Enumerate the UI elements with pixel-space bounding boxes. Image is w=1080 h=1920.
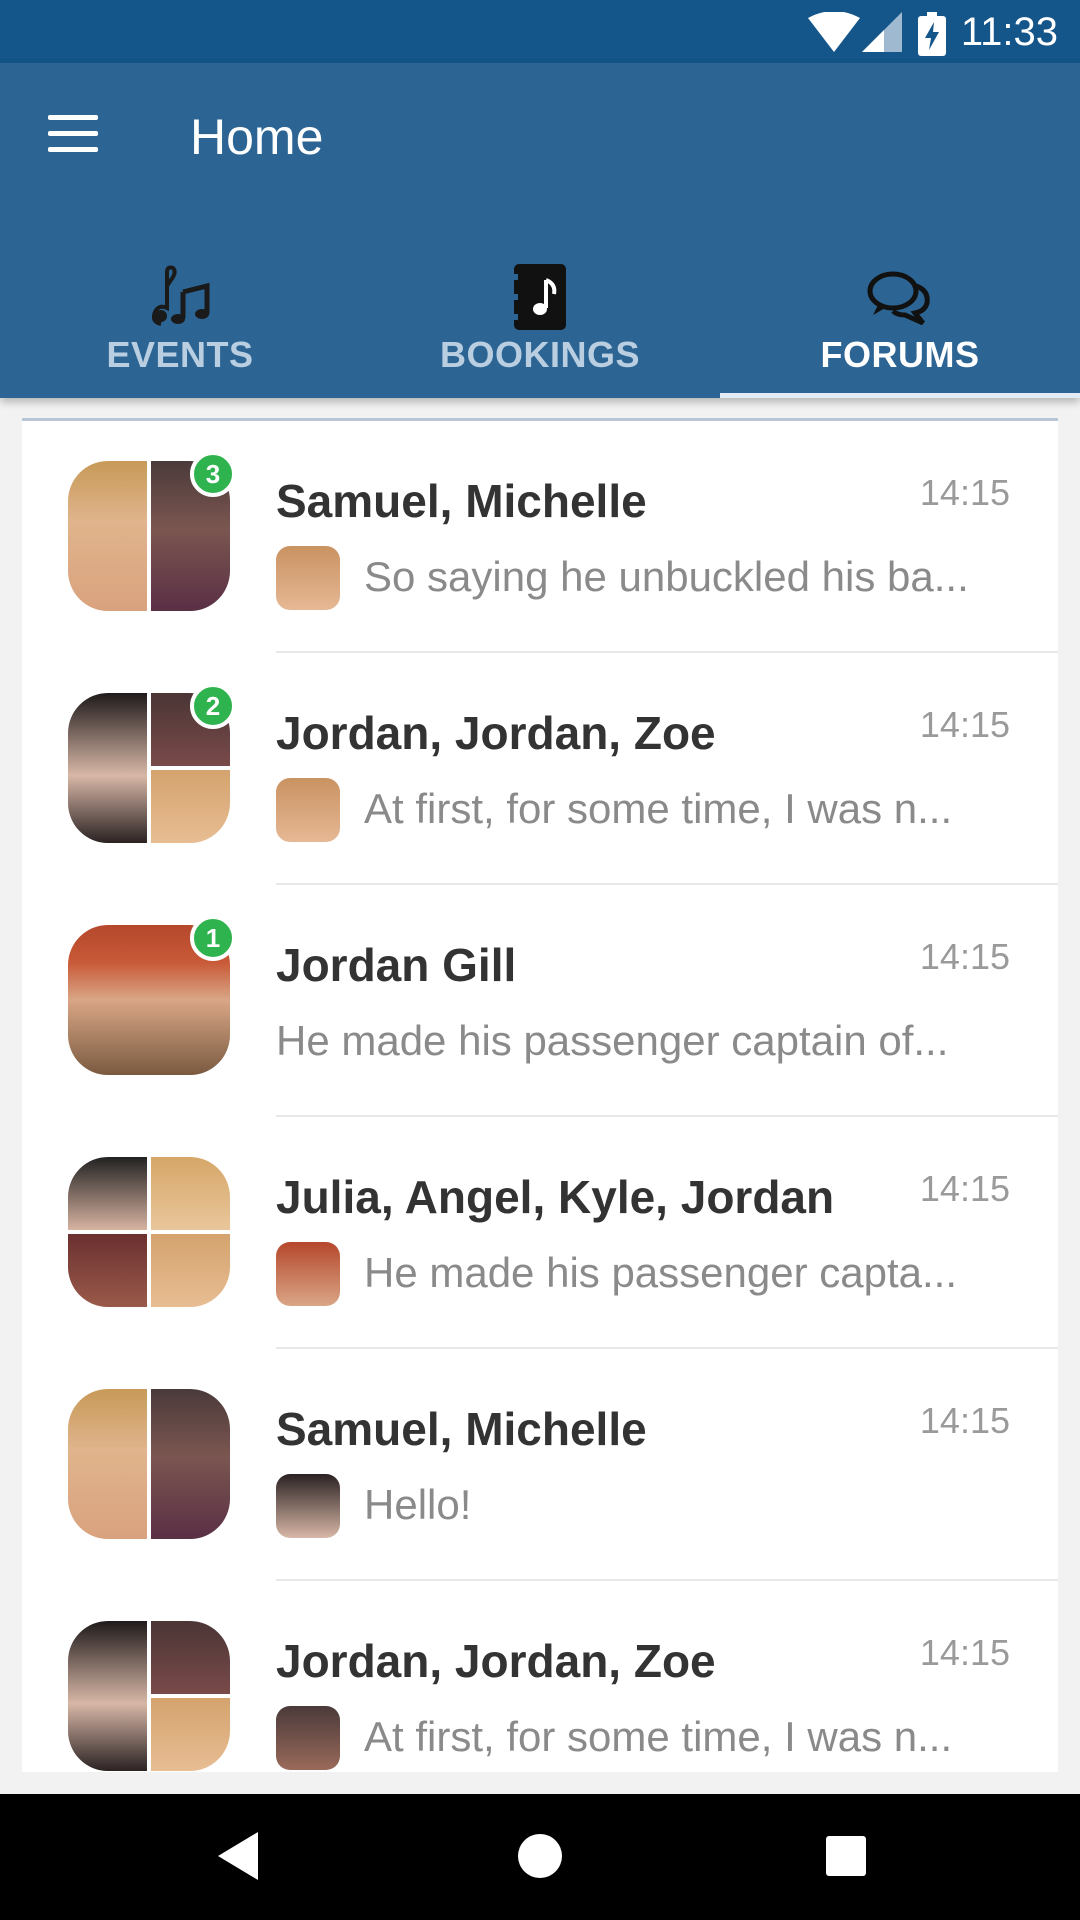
home-icon[interactable] (516, 1830, 564, 1882)
conversation-name: Jordan Gill (276, 939, 517, 991)
forum-list: 3 Samuel, Michelle 14:15 So saying he un… (22, 418, 1058, 1772)
recents-icon[interactable] (822, 1830, 870, 1882)
tab-forums[interactable]: FORUMS (720, 229, 1080, 398)
tab-events[interactable]: EVENTS (0, 229, 360, 398)
tab-forums-label: FORUMS (820, 334, 980, 375)
list-item[interactable]: Samuel, Michelle 14:15 Hello! (22, 1349, 1058, 1581)
list-item[interactable]: 3 Samuel, Michelle 14:15 So saying he un… (22, 421, 1058, 653)
sender-avatar (276, 1242, 340, 1306)
conversation-time: 14:15 (919, 472, 1010, 513)
conversation-time: 14:15 (919, 704, 1010, 745)
list-item[interactable]: 2 Jordan, Jordan, Zoe 14:15 At first, fo… (22, 653, 1058, 885)
battery-charging-icon (918, 12, 946, 56)
conversation-time: 14:15 (919, 936, 1010, 977)
group-avatar (68, 1157, 230, 1307)
tab-bookings-label: BOOKINGS (439, 334, 640, 375)
group-avatar (68, 1621, 230, 1771)
back-icon[interactable] (214, 1830, 262, 1882)
conversation-name: Samuel, Michelle (276, 475, 647, 527)
conversation-name: Jordan, Jordan, Zoe (276, 1635, 716, 1687)
chat-bubbles-icon (867, 271, 930, 325)
list-item[interactable]: 1 Jordan Gill 14:15 He made his passenge… (22, 885, 1058, 1117)
conversation-name: Samuel, Michelle (276, 1403, 647, 1455)
page-title: Home (190, 109, 324, 165)
message-preview: At first, for some time, I was n... (364, 785, 953, 832)
wifi-icon (808, 12, 860, 52)
sender-avatar (276, 1474, 340, 1538)
status-time: 11:33 (960, 10, 1058, 54)
system-nav-bar (0, 1794, 1080, 1920)
sender-avatar (276, 546, 340, 610)
unread-badge: 1 (190, 915, 236, 961)
list-item[interactable]: Jordan, Jordan, Zoe 14:15 At first, for … (22, 1581, 1058, 1772)
message-preview: He made his passenger captain of... (276, 1017, 949, 1064)
app-bar: Home EVENTS BOOKINGS FORUMS (0, 63, 1080, 398)
sender-avatar (276, 1706, 340, 1770)
conversation-time: 14:15 (919, 1400, 1010, 1441)
conversation-name: Jordan, Jordan, Zoe (276, 707, 716, 759)
menu-icon (48, 115, 98, 120)
music-book-icon (512, 264, 566, 330)
conversation-time: 14:15 (919, 1168, 1010, 1209)
unread-badge: 2 (190, 683, 236, 729)
list-item[interactable]: Julia, Angel, Kyle, Jordan 14:15 He made… (22, 1117, 1058, 1349)
message-preview: Hello! (364, 1481, 472, 1528)
music-notes-icon (151, 265, 210, 326)
conversation-name: Julia, Angel, Kyle, Jordan (276, 1171, 835, 1223)
tab-events-label: EVENTS (106, 334, 254, 375)
sender-avatar (276, 778, 340, 842)
signal-icon (862, 12, 902, 52)
menu-button[interactable] (40, 111, 106, 165)
conversation-time: 14:15 (919, 1632, 1010, 1673)
group-avatar (68, 1389, 230, 1539)
message-preview: So saying he unbuckled his ba... (364, 553, 969, 600)
message-preview: He made his passenger capta... (364, 1249, 958, 1296)
message-preview: At first, for some time, I was n... (364, 1713, 953, 1760)
status-bar: 11:33 (0, 0, 1080, 63)
unread-badge: 3 (190, 451, 236, 497)
active-tab-indicator (720, 393, 1080, 398)
tab-bar: EVENTS BOOKINGS FORUMS (0, 229, 1080, 398)
tab-bookings[interactable]: BOOKINGS (360, 229, 720, 398)
